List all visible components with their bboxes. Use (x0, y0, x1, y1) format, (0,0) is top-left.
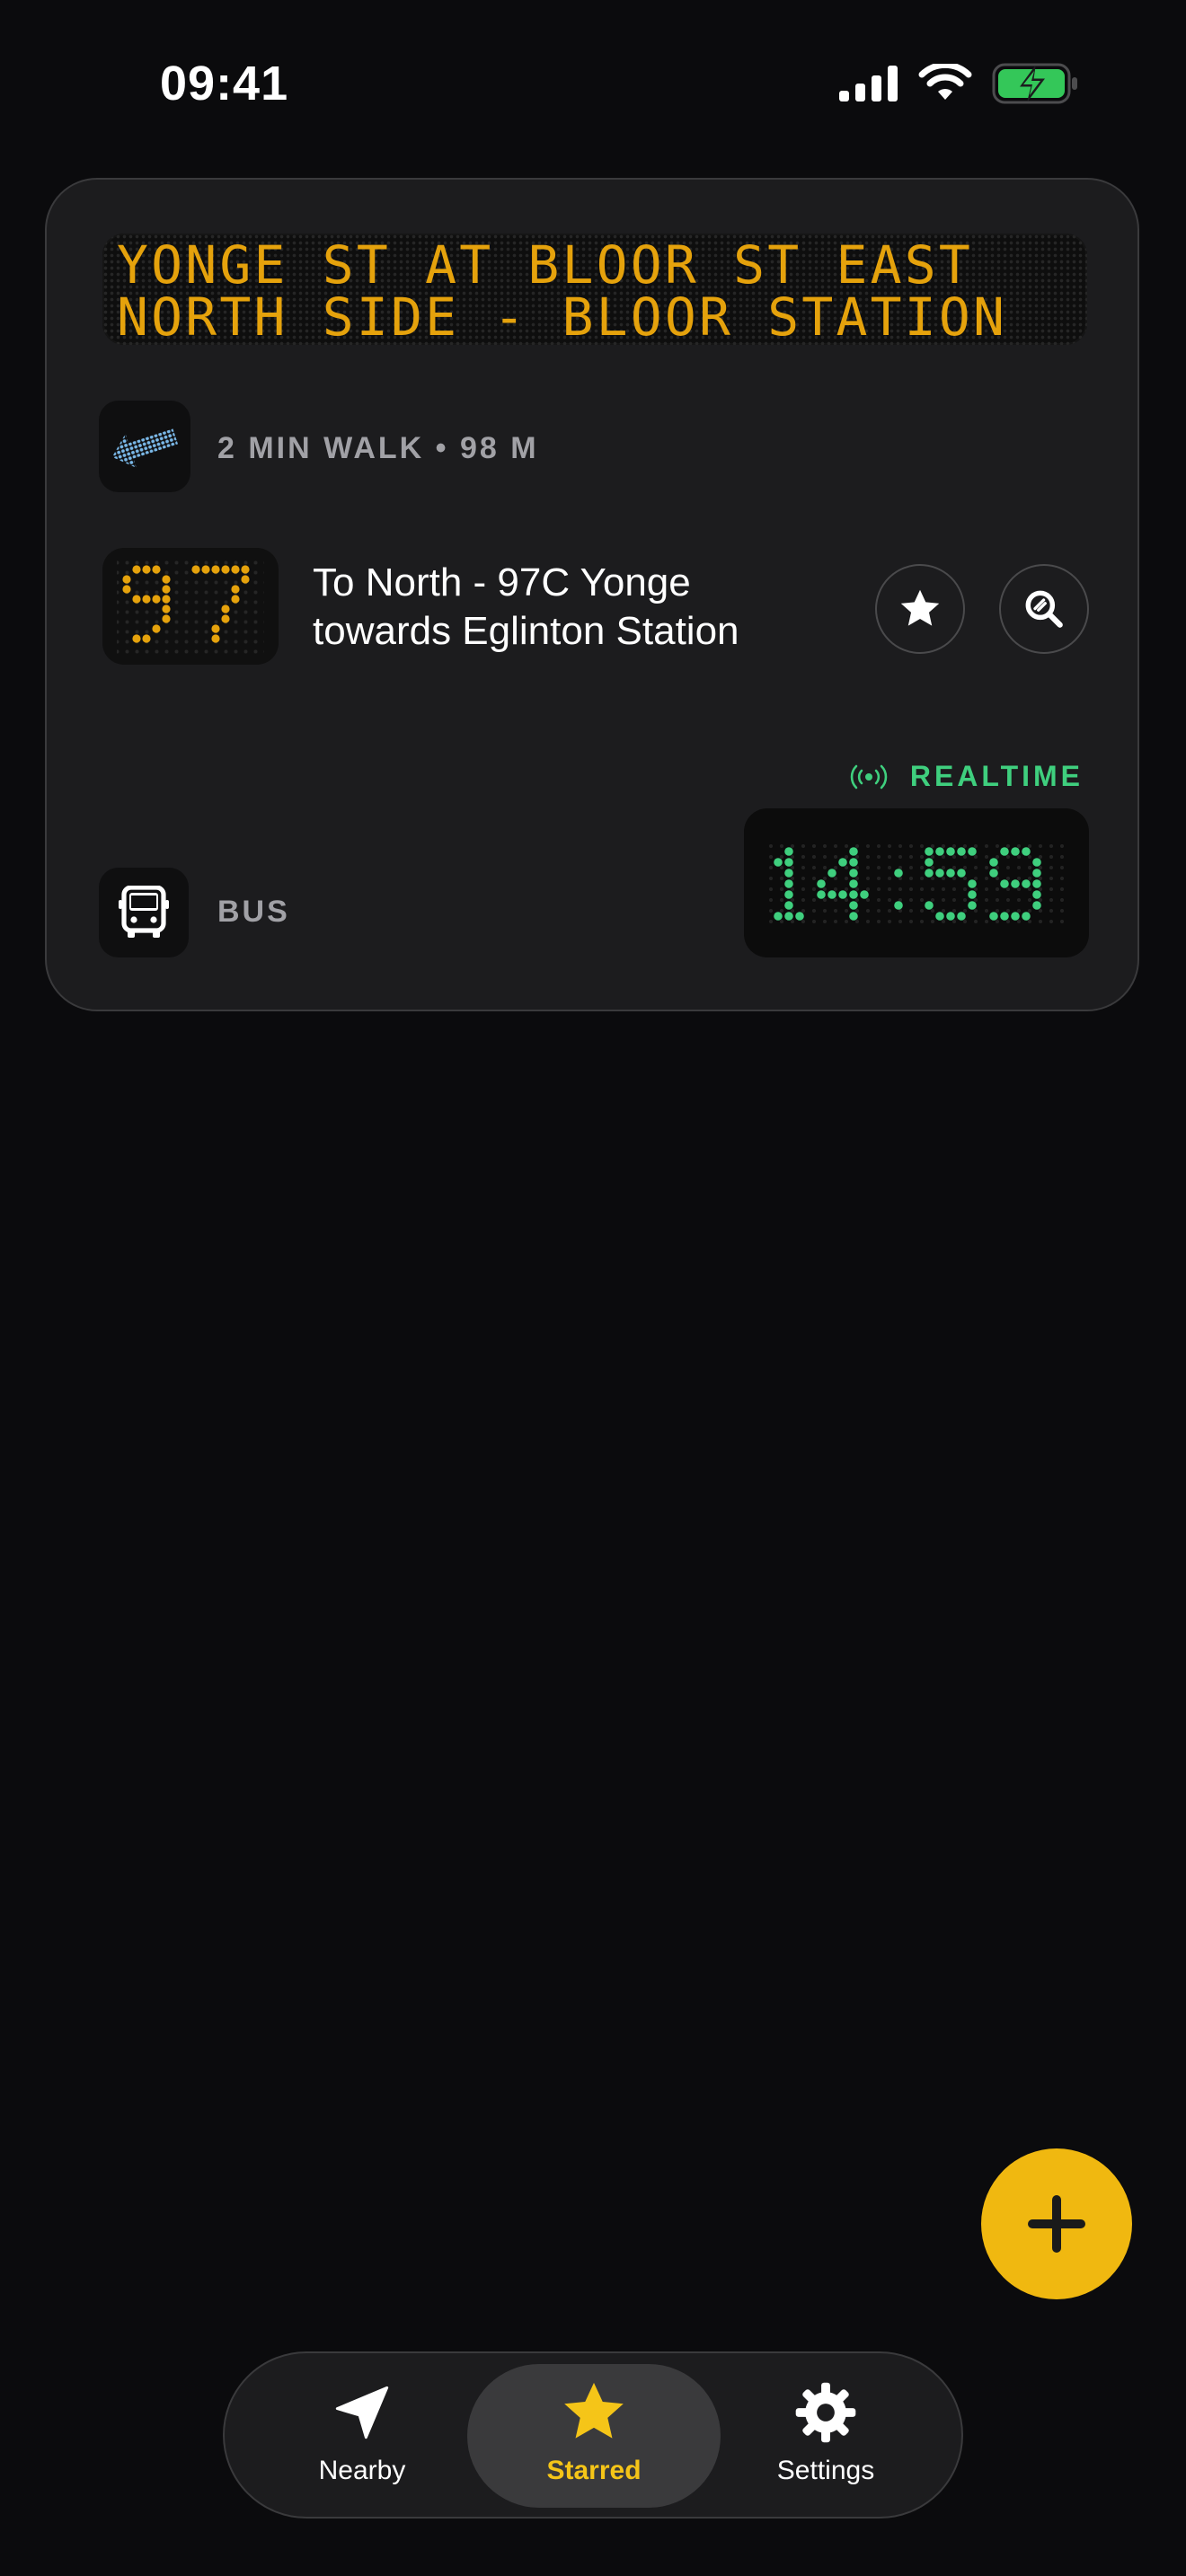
led-sign-line-1: YONGE ST AT BLOOR ST EAST (117, 234, 973, 296)
tab-nearby[interactable]: Nearby (235, 2364, 489, 2508)
add-stop-button[interactable] (981, 2148, 1132, 2299)
tab-settings[interactable]: Settings (699, 2364, 952, 2508)
tab-bar: Nearby Starred Settings (223, 2351, 963, 2519)
tab-starred[interactable]: Starred (467, 2364, 721, 2508)
realtime-label: REALTIME (909, 760, 1084, 792)
gear-icon (795, 2382, 856, 2443)
walk-distance: 2 MIN WALK • 98 M (217, 431, 539, 465)
status-icons (839, 63, 1078, 104)
tab-settings-label: Settings (776, 2456, 875, 2485)
plus-icon (1028, 2195, 1085, 2253)
route-number-badge (102, 548, 279, 665)
bus-icon (119, 886, 169, 938)
star-route-button[interactable] (875, 564, 965, 654)
route-number-led (117, 560, 264, 654)
location-arrow-icon (335, 2386, 389, 2439)
stop-name-led-sign: YONGE ST AT BLOOR ST EAST NORTH SIDE - B… (102, 234, 1087, 345)
stop-card[interactable]: YONGE ST AT BLOOR ST EAST NORTH SIDE - B… (45, 178, 1139, 1011)
wifi-icon (918, 64, 972, 100)
arrival-time-led (762, 842, 1071, 925)
star-icon (900, 589, 940, 626)
tab-starred-label: Starred (546, 2456, 642, 2485)
status-time: 09:41 (160, 57, 289, 110)
walk-direction-tile (99, 401, 190, 492)
walk-direction-arrow-icon (111, 428, 179, 468)
realtime-broadcast-icon (850, 764, 888, 789)
mode-tile (99, 868, 189, 957)
led-sign-line-2: NORTH SIDE - BLOOR STATION (117, 287, 1008, 345)
realtime-indicator: REALTIME (849, 760, 1084, 793)
route-description: To North - 97C Yonge towards Eglinton St… (313, 560, 739, 653)
battery-charging-icon (992, 63, 1077, 104)
tab-nearby-label: Nearby (318, 2456, 406, 2485)
route-details-button[interactable] (999, 564, 1089, 654)
magnifier-icon (1025, 590, 1063, 628)
cellular-signal-icon (839, 66, 898, 101)
status-bar: 09:41 (0, 0, 1186, 171)
star-icon (564, 2382, 624, 2439)
arrival-time-display (744, 808, 1089, 957)
mode-label: BUS (217, 895, 290, 929)
